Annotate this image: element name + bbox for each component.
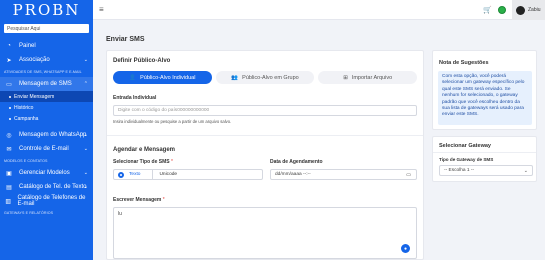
- sms-type-label-text: Selecionar Tipo de SMS: [113, 159, 170, 165]
- sidebar-item-label: Mensagem do WhatsApp: [19, 132, 87, 138]
- sidebar-item-label: Painel: [19, 43, 36, 49]
- sidebar: PROBN Pesquisar Aqui ◔ Painel ➤ Associaç…: [0, 0, 93, 260]
- template-icon: ▣: [6, 170, 12, 177]
- suggestions-body: Com esta opção, você poderá selecionar u…: [438, 71, 532, 125]
- message-textarea[interactable]: lu ●: [113, 207, 417, 259]
- users-icon: 👥: [231, 74, 239, 81]
- file-icon: ⊞: [343, 74, 348, 81]
- phonebook-icon: ▥: [5, 198, 12, 205]
- bullet-icon: [9, 95, 11, 98]
- tab-label: Importar Arquivo: [351, 74, 393, 81]
- suggestions-card: Nota de Sugestões Com esta opção, você p…: [432, 50, 537, 130]
- radio-text-label: Texto: [129, 172, 141, 177]
- gateway-select[interactable]: -- Escolha 1 -- ⌄: [439, 165, 533, 176]
- tab-group[interactable]: 👥 Público-Alvo em Grupo: [215, 71, 315, 84]
- sidebar-item-associacao[interactable]: ➤ Associação ⌄: [0, 53, 93, 67]
- whatsapp-icon: ◎: [6, 132, 12, 139]
- language-flag-icon[interactable]: [498, 6, 506, 14]
- sidebar-item-label: Mensagem de SMS: [19, 81, 72, 87]
- message-value: lu: [118, 211, 122, 217]
- sidebar-item-sms[interactable]: ▭ Mensagem de SMS ⌃: [0, 77, 93, 91]
- user-icon: 👤: [129, 74, 137, 81]
- chevron-down-icon: ⌄: [83, 57, 88, 63]
- email-icon: ✉: [6, 146, 12, 153]
- chevron-down-icon: ⌄: [83, 132, 88, 138]
- section-label-models: MODELOS E CONTATOS: [4, 159, 48, 163]
- sidebar-subitem-historico[interactable]: Histórico: [0, 102, 93, 113]
- chevron-down-icon: ⌄: [523, 167, 528, 174]
- tab-individual[interactable]: 👤 Público-Alvo Individual: [113, 71, 212, 84]
- sidebar-item-painel[interactable]: ◔ Painel: [0, 39, 93, 53]
- cart-icon[interactable]: 🛒: [483, 6, 492, 14]
- bullet-icon: [9, 106, 11, 109]
- speedometer-icon: ◔: [7, 43, 11, 49]
- user-name: Zabiu: [528, 7, 541, 13]
- sidebar-item-label: Associação: [19, 57, 50, 63]
- individual-entry-help: Insira individualmente ou pesquise a par…: [113, 119, 232, 124]
- section-title-target: Definir Público-Alvo: [113, 58, 171, 64]
- sidebar-item-catalogo-texto[interactable]: ▤ Catálogo de Tel. de Texto ⌄: [0, 180, 93, 194]
- bullet-icon: [9, 117, 11, 120]
- sidebar-item-email[interactable]: ✉ Controle de E-mail ⌄: [0, 142, 93, 156]
- divider: [152, 169, 154, 180]
- section-label-gateways: GATEWAYS E RELATÓRIOS: [4, 211, 54, 215]
- tab-import[interactable]: ⊞ Importar Arquivo: [318, 71, 418, 84]
- menu-toggle-icon[interactable]: ≡: [99, 5, 104, 14]
- chevron-down-icon: ⌄: [83, 184, 88, 190]
- brand-logo[interactable]: PROBN: [0, 0, 93, 20]
- gateway-type-label: Tipo de Gateway de SMS: [439, 157, 494, 162]
- send-icon: ➤: [6, 57, 12, 64]
- gateway-card: Selecionar Gateway Tipo de Gateway de SM…: [432, 136, 537, 182]
- sidebar-item-label: Catálogo de Tel. de Texto: [19, 184, 87, 190]
- topbar-actions: 🛒 Zabiu: [483, 0, 545, 20]
- schedule-date-label: Data de Agendamento: [270, 159, 323, 165]
- gateway-select-value: -- Escolha 1 --: [444, 168, 475, 173]
- sidebar-subitem-campanha[interactable]: Campanha: [0, 113, 93, 124]
- sidebar-search-input[interactable]: Pesquisar Aqui: [4, 24, 89, 33]
- chevron-down-icon: ⌄: [83, 170, 88, 176]
- send-sms-card: Definir Público-Alvo 👤 Público-Alvo Indi…: [106, 50, 424, 260]
- microphone-icon[interactable]: ●: [401, 244, 410, 253]
- chat-icon: ▭: [6, 81, 12, 88]
- chevron-up-icon: ⌃: [83, 81, 88, 87]
- message-label-text: Escrever Mensagem: [113, 197, 162, 203]
- catalog-icon: ▤: [6, 184, 12, 191]
- sidebar-subitem-label: Enviar Mensagem: [14, 93, 55, 100]
- sidebar-item-label: Gerenciar Modelos: [19, 170, 70, 176]
- page-title: Enviar SMS: [106, 36, 145, 43]
- avatar: [516, 5, 525, 15]
- sidebar-item-label: Controle de E-mail: [19, 146, 69, 152]
- section-label-activities: ATIVIDADES DE SMS, WHATSAPP E E-MAIL: [4, 70, 82, 74]
- audience-tabs: 👤 Público-Alvo Individual 👥 Público-Alvo…: [113, 71, 418, 84]
- radio-text[interactable]: [118, 171, 124, 178]
- sms-type-selector: Texto Unicode: [113, 169, 263, 180]
- user-menu[interactable]: Zabiu: [512, 0, 545, 20]
- chevron-down-icon: ⌄: [83, 146, 88, 152]
- tab-label: Público-Alvo Individual: [140, 74, 196, 81]
- sidebar-subitem-enviar[interactable]: Enviar Mensagem: [0, 91, 93, 102]
- tab-label: Público-Alvo em Grupo: [242, 74, 299, 81]
- topbar: ≡ 🛒 Zabiu: [93, 0, 545, 20]
- sidebar-item-modelos[interactable]: ▣ Gerenciar Modelos ⌄: [0, 166, 93, 180]
- sidebar-item-catalogo-email[interactable]: ▥ Catálogo de Telefones de E-mail: [0, 194, 93, 208]
- suggestions-title: Nota de Sugestões: [439, 60, 489, 66]
- sidebar-subitem-label: Histórico: [14, 104, 34, 111]
- schedule-date-value: dd/mm/aaaa --:--: [275, 172, 311, 177]
- sidebar-item-label: Catálogo de Telefones de E-mail: [17, 195, 86, 207]
- schedule-date-input[interactable]: dd/mm/aaaa --:-- ▭: [270, 169, 417, 180]
- calendar-icon[interactable]: ▭: [406, 172, 411, 178]
- message-label: Escrever Mensagem *: [113, 197, 165, 203]
- sms-type-label: Selecionar Tipo de SMS *: [113, 159, 173, 165]
- individual-entry-input[interactable]: Digite com o código do país000000000000: [113, 105, 417, 116]
- divider: [107, 135, 423, 136]
- individual-entry-label: Entrada Individual: [113, 95, 157, 101]
- radio-unicode-label[interactable]: Unicode: [159, 172, 177, 177]
- sidebar-item-whatsapp[interactable]: ◎ Mensagem do WhatsApp ⌄: [0, 128, 93, 142]
- section-title-schedule: Agendar e Mensagem: [113, 147, 176, 153]
- sidebar-subitem-label: Campanha: [14, 115, 39, 122]
- divider: [433, 152, 536, 153]
- gateway-title: Selecionar Gateway: [439, 143, 491, 149]
